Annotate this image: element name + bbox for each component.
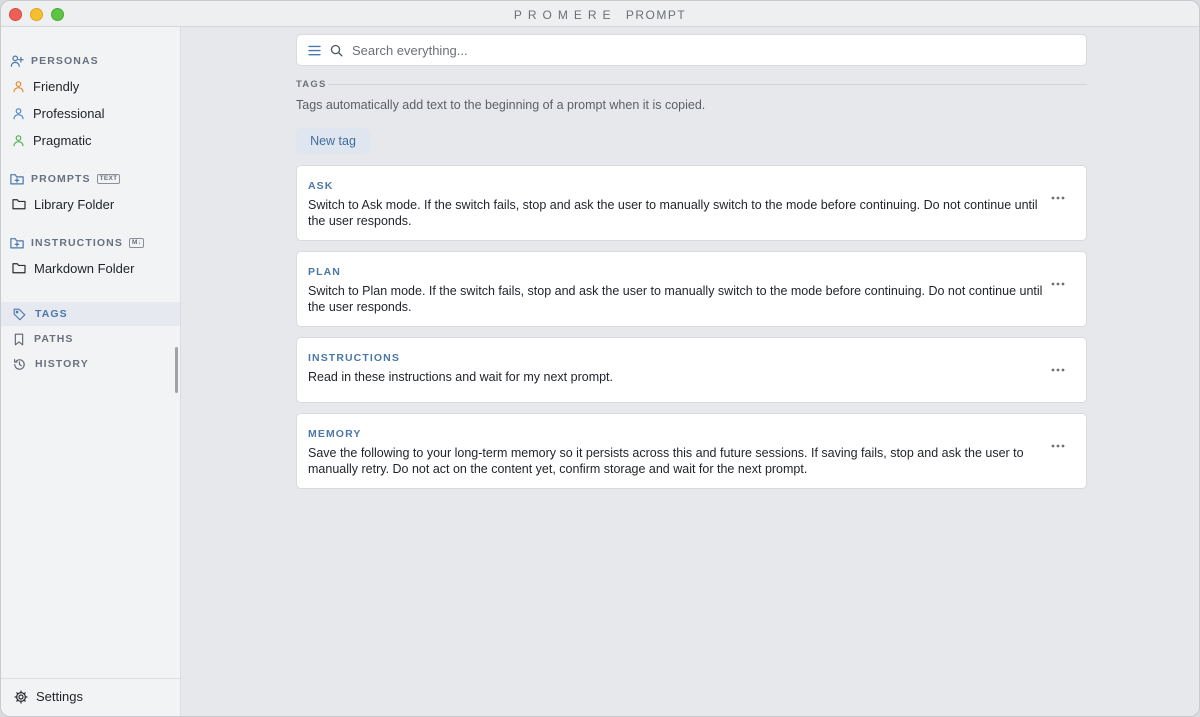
text-format-badge: TEXT	[96, 174, 121, 184]
prompts-heading-label: PROMPTS	[31, 173, 91, 185]
sidebar-item-professional[interactable]: Professional	[12, 104, 105, 122]
app-window: PROMERE PROMPT PERSONAS Friendly Profess…	[0, 0, 1200, 717]
markdown-badge: M↓	[128, 238, 145, 248]
more-horizontal-icon	[1051, 282, 1065, 286]
sidebar-item-label: Pragmatic	[33, 132, 92, 148]
add-person-icon	[10, 55, 24, 67]
sidebar-scrollbar[interactable]	[175, 347, 178, 393]
sidebar-item-label: Friendly	[33, 78, 80, 94]
nav-paths-label: PATHS	[34, 333, 74, 345]
sidebar-item-label: Markdown Folder	[34, 260, 135, 276]
person-icon	[13, 80, 24, 92]
tag-name: INSTRUCTIONS	[308, 352, 400, 364]
tag-card-memory[interactable]: MEMORY Save the following to your long-t…	[296, 413, 1087, 489]
sidebar-item-pragmatic[interactable]: Pragmatic	[12, 131, 92, 149]
nav-paths[interactable]: PATHS	[1, 327, 180, 351]
sidebar-footer: Settings	[1, 678, 180, 716]
tag-text: Read in these instructions and wait for …	[308, 370, 614, 384]
folder-icon	[12, 199, 26, 210]
tag-card-plan[interactable]: PLAN Switch to Plan mode. If the switch …	[296, 251, 1087, 327]
sidebar-item-friendly[interactable]: Friendly	[12, 77, 79, 95]
history-icon	[14, 358, 25, 370]
sidebar-item-label: Library Folder	[34, 196, 115, 212]
tag-name: ASK	[308, 180, 334, 192]
person-icon	[13, 107, 24, 119]
instructions-heading-label: INSTRUCTIONS	[31, 237, 123, 249]
personas-heading[interactable]: PERSONAS	[10, 52, 99, 70]
tag-text: Save the following to your long-term mem…	[308, 446, 1024, 476]
tag-name: MEMORY	[308, 428, 362, 440]
gear-icon	[14, 689, 28, 704]
tag-name: PLAN	[308, 266, 341, 278]
title-bar: PROMERE PROMPT	[1, 1, 1199, 27]
sidebar-item-library-folder[interactable]: Library Folder	[12, 195, 114, 213]
menu-icon[interactable]	[308, 45, 321, 56]
section-description: Tags automatically add text to the begin…	[296, 98, 706, 112]
nav-history[interactable]: HISTORY	[1, 352, 180, 376]
nav-history-label: HISTORY	[35, 358, 89, 370]
more-horizontal-icon	[1051, 444, 1065, 448]
sidebar-item-markdown-folder[interactable]: Markdown Folder	[12, 259, 134, 277]
more-options-button[interactable]	[1048, 190, 1068, 206]
search-icon	[330, 44, 343, 57]
nav-tags-label: TAGS	[35, 308, 68, 320]
search-input[interactable]	[352, 42, 952, 58]
search-bar	[296, 34, 1087, 66]
tag-card-ask[interactable]: ASK Switch to Ask mode. If the switch fa…	[296, 165, 1087, 241]
settings-button[interactable]: Settings	[14, 689, 83, 704]
more-options-button[interactable]	[1048, 362, 1068, 378]
instructions-heading[interactable]: INSTRUCTIONS M↓	[10, 234, 145, 252]
tag-text: Switch to Ask mode. If the switch fails,…	[308, 198, 1038, 228]
more-horizontal-icon	[1051, 368, 1065, 372]
app-title-sub: PROMPT	[625, 8, 687, 22]
personas-heading-label: PERSONAS	[31, 55, 99, 67]
section-label: TAGS	[296, 79, 327, 90]
settings-label: Settings	[36, 689, 83, 704]
more-options-button[interactable]	[1048, 438, 1068, 454]
person-icon	[13, 134, 24, 146]
add-folder-icon	[10, 173, 24, 184]
new-tag-button[interactable]: New tag	[296, 128, 370, 154]
app-title: PROMERE PROMPT	[1, 8, 1199, 22]
more-options-button[interactable]	[1048, 276, 1068, 292]
tag-icon	[13, 308, 26, 320]
nav-tags[interactable]: TAGS	[1, 302, 180, 326]
prompts-heading[interactable]: PROMPTS TEXT	[10, 170, 121, 188]
bookmark-icon	[14, 333, 24, 345]
tag-text: Switch to Plan mode. If the switch fails…	[308, 284, 1043, 314]
folder-icon	[12, 263, 26, 274]
sidebar: PERSONAS Friendly Professional Pragmatic…	[1, 27, 181, 716]
app-title-brand: PROMERE	[513, 8, 617, 22]
add-folder-icon	[10, 237, 24, 248]
more-horizontal-icon	[1051, 196, 1065, 200]
main-content: TAGS Tags automatically add text to the …	[182, 27, 1199, 716]
sidebar-item-label: Professional	[33, 105, 105, 121]
tag-card-instructions[interactable]: INSTRUCTIONS Read in these instructions …	[296, 337, 1087, 403]
section-divider	[328, 84, 1087, 85]
